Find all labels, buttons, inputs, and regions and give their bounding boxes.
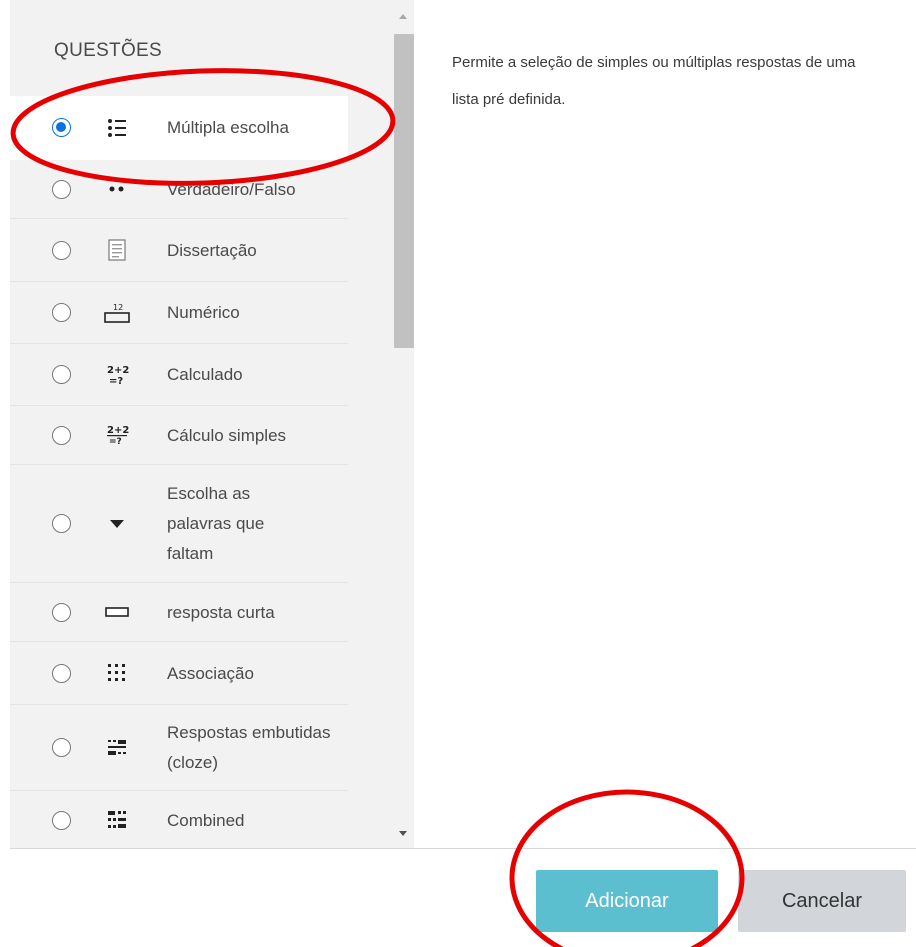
combined-icon [102,807,132,833]
question-type-label: Associação [167,663,254,683]
radio-button[interactable] [52,602,71,622]
multichoice-list-icon [102,115,132,141]
radio-button[interactable] [52,365,71,384]
calculated-simple-icon: 2+2 =? [102,422,132,448]
question-type-label: Combined [167,810,245,830]
radio-button[interactable] [52,810,71,830]
cloze-icon [102,735,132,761]
svg-text:2+2: 2+2 [107,365,129,376]
footer-divider [10,848,916,849]
essay-document-icon [102,237,132,263]
radio-button[interactable] [52,663,71,683]
calculated-2plus2-icon: 2+2 =? [102,362,132,388]
question-type-label: Numérico [167,303,240,322]
question-type-multianswer[interactable]: Respostas embutidas (cloze) [10,705,348,791]
numerical-12-icon: 12 [102,300,132,326]
question-type-calculated[interactable]: 2+2 =? Calculado [10,344,348,406]
question-type-gapselect[interactable]: Escolha as palavras que faltam [10,465,348,583]
question-type-label: Respostas embutidas (cloze) [167,722,331,772]
question-type-label: resposta curta [167,602,275,622]
svg-text:=?: =? [109,437,122,447]
scroll-down-arrow-icon[interactable] [399,831,407,836]
question-type-label: Calculado [167,365,243,384]
question-type-match[interactable]: Associação [10,642,348,705]
scroll-up-arrow-icon[interactable] [399,14,407,19]
scrollbar[interactable] [392,0,414,848]
section-title: QUESTÕES [54,40,162,61]
radio-button[interactable] [52,240,71,260]
radio-button[interactable] [52,425,71,445]
add-button[interactable]: Adicionar [536,870,718,932]
question-type-essay[interactable]: Dissertação [10,219,348,282]
question-type-label: Múltipla escolha [167,118,289,137]
question-type-combined[interactable]: Combined [10,791,348,848]
question-type-label: Cálculo simples [167,425,287,445]
dropdown-triangle-icon [102,511,132,537]
radio-button[interactable] [52,179,71,199]
question-type-label: Dissertação [167,240,257,260]
question-type-multichoice[interactable]: Múltipla escolha [10,96,348,160]
question-type-truefalse[interactable]: Verdadeiro/Falso [10,160,348,219]
scrollbar-thumb[interactable] [394,34,414,348]
radio-button[interactable] [52,303,71,322]
short-answer-box-icon [102,599,132,625]
radio-button[interactable] [52,514,71,533]
question-type-list: Múltipla escolha Verdadeiro/Falso Disser… [10,96,348,848]
cancel-button[interactable]: Cancelar [738,870,906,932]
question-type-shortanswer[interactable]: resposta curta [10,583,348,642]
matching-grid-icon [102,660,132,686]
question-type-calculated-simple[interactable]: 2+2 =? Cálculo simples [10,406,348,465]
question-type-panel: QUESTÕES Múltipla escolha Verdadeiro/Fal… [10,0,392,848]
question-type-label: Verdadeiro/Falso [167,179,296,199]
radio-button[interactable] [52,738,71,757]
question-type-label: Escolha as palavras que faltam [167,483,265,563]
radio-button[interactable] [52,118,71,137]
svg-text:=?: =? [109,376,123,387]
question-type-description: Permite a seleção de simples ou múltipla… [452,54,856,108]
svg-text:2+2: 2+2 [107,425,129,436]
truefalse-dots-icon [102,176,132,202]
question-type-numerical[interactable]: 12 Numérico [10,282,348,344]
svg-text:12: 12 [113,303,123,312]
